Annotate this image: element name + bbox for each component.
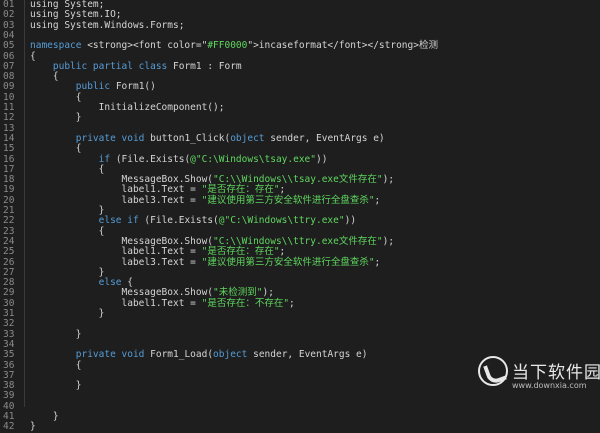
code-token: namespace bbox=[30, 40, 88, 52]
code-token: else if bbox=[98, 215, 145, 227]
watermark-url: www.downxia.com bbox=[512, 381, 587, 390]
code-token: )) bbox=[344, 215, 357, 227]
code-token: ; bbox=[374, 256, 381, 268]
code-text: } bbox=[30, 422, 36, 432]
code-token: ; bbox=[289, 297, 295, 309]
line-number: 25 bbox=[3, 246, 15, 258]
line-number: 41 bbox=[3, 411, 15, 422]
code-line: 31 } bbox=[0, 308, 600, 319]
code-token: Form1() bbox=[115, 81, 156, 93]
line-number: 42 bbox=[3, 421, 15, 433]
code-token: private void bbox=[75, 349, 151, 361]
code-token: )) bbox=[316, 153, 328, 165]
code-token: "建议使用第三方安全软件进行全盘查杀" bbox=[201, 256, 375, 268]
code-token: { bbox=[30, 359, 82, 371]
code-token: "建议使用第三方安全软件进行全盘查杀" bbox=[201, 194, 375, 206]
code-line: 07 public partial class Form1 : Form bbox=[0, 60, 600, 72]
line-number: 35 bbox=[3, 349, 15, 361]
line-number: 15 bbox=[3, 143, 15, 155]
code-editor[interactable]: 01 using System; 02 using System.IO; 03 using… bbox=[0, 0, 600, 432]
code-token: @"C:\Windows\tsay.exe" bbox=[190, 153, 317, 165]
code-line: 05 namespace <strong><font color="#FF0000… bbox=[0, 40, 600, 52]
code-line: 03 using System.Windows.Forms; bbox=[0, 19, 600, 31]
code-token: ); bbox=[382, 235, 395, 247]
code-token: (File.Exists( bbox=[115, 153, 191, 165]
code-line: 14 private void button1_Click(object sen… bbox=[0, 132, 600, 144]
code-text: private void button1_Click(object sender… bbox=[30, 132, 385, 144]
code-text: namespace <strong><font color="#FF0000">… bbox=[30, 41, 438, 51]
code-line: 32 bbox=[0, 318, 600, 329]
code-token: } bbox=[30, 421, 36, 433]
code-text: } bbox=[30, 380, 82, 392]
code-token: "是否存在：不存在" bbox=[201, 297, 290, 309]
code-lines: 01 using System; 02 using System.IO; 03 using… bbox=[0, 0, 600, 432]
code-token: } bbox=[30, 328, 82, 340]
code-token: } bbox=[30, 380, 82, 392]
code-token: public partial class bbox=[52, 60, 173, 72]
code-token: ; bbox=[374, 194, 381, 206]
code-line: 42} bbox=[0, 421, 600, 433]
code-text: } bbox=[30, 112, 82, 124]
code-token: <strong><font color=" bbox=[87, 40, 208, 52]
code-line: 11 InitializeComponent(); bbox=[0, 102, 600, 113]
watermark-title: 当下软件园 bbox=[512, 363, 600, 383]
code-token: ); bbox=[382, 174, 395, 186]
code-token: ">incaseformat</font></strong>检测 bbox=[247, 40, 438, 52]
code-token: } bbox=[30, 112, 82, 124]
code-text: { bbox=[30, 359, 82, 371]
watermark: 当下软件园 www.downxia.com bbox=[478, 352, 600, 407]
code-line: 09 public Form1() bbox=[0, 81, 600, 93]
code-line: 33 } bbox=[0, 328, 600, 340]
code-text: } bbox=[30, 328, 82, 340]
code-text: using System.Windows.Forms; bbox=[30, 19, 185, 31]
line-number: 05 bbox=[3, 40, 15, 52]
code-token: using bbox=[30, 19, 59, 31]
code-token: } bbox=[30, 308, 105, 319]
code-text: } bbox=[30, 308, 105, 319]
code-token: sender, EventArgs e) bbox=[270, 132, 385, 144]
code-line: 41 } bbox=[0, 411, 600, 422]
code-token: (File.Exists( bbox=[144, 215, 219, 227]
code-token: private void bbox=[75, 132, 151, 144]
code-line: 12 } bbox=[0, 112, 600, 124]
code-token: sender, EventArgs e) bbox=[253, 349, 368, 361]
code-token: object bbox=[213, 349, 254, 361]
code-token: button1_Click( bbox=[150, 132, 231, 144]
downxia-logo-icon bbox=[478, 356, 508, 386]
code-token: System.Windows.Forms; bbox=[58, 19, 185, 31]
code-token: @"C:\Windows\ttry.exe" bbox=[218, 215, 345, 227]
code-token: Form1 : Form bbox=[173, 60, 242, 72]
code-text: public partial class Form1 : Form bbox=[30, 60, 242, 72]
code-token: #FF0000 bbox=[207, 40, 248, 52]
code-token: public bbox=[75, 81, 116, 93]
code-token: Form1_Load( bbox=[150, 349, 214, 361]
code-token: object bbox=[230, 132, 271, 144]
